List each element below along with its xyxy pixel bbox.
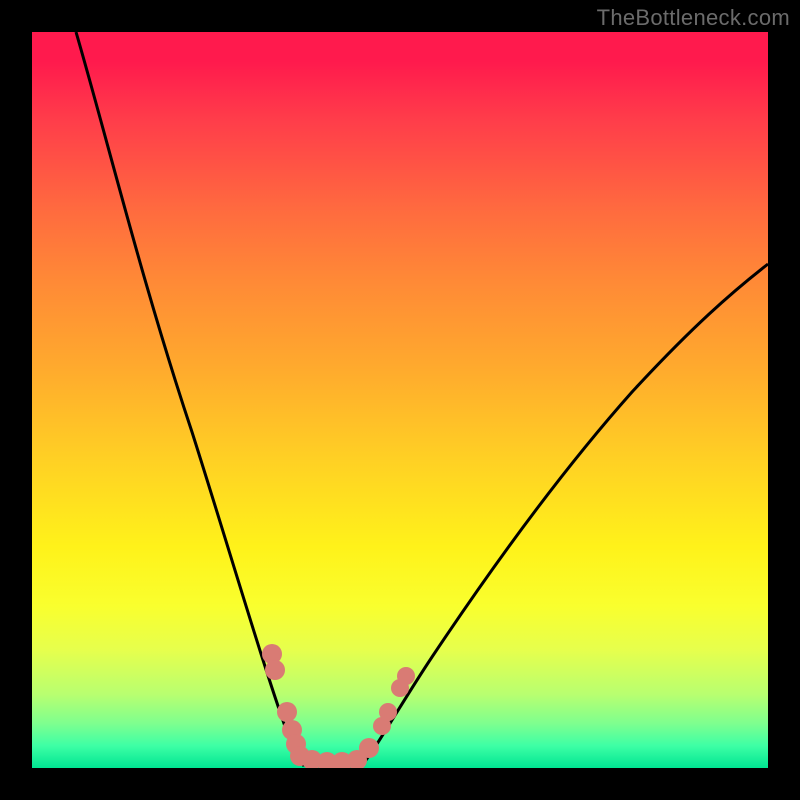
- watermark-text: TheBottleneck.com: [597, 5, 790, 31]
- curves-svg: [32, 32, 768, 768]
- marker-left-lower-a: [277, 702, 297, 722]
- marker-right-mid-b: [379, 703, 397, 721]
- right-curve: [362, 264, 768, 765]
- marker-right-upper-b: [397, 667, 415, 685]
- plot-area: [32, 32, 768, 768]
- marker-left-upper-b: [265, 660, 285, 680]
- marker-right-lower-a: [359, 738, 379, 758]
- chart-frame: TheBottleneck.com: [0, 0, 800, 800]
